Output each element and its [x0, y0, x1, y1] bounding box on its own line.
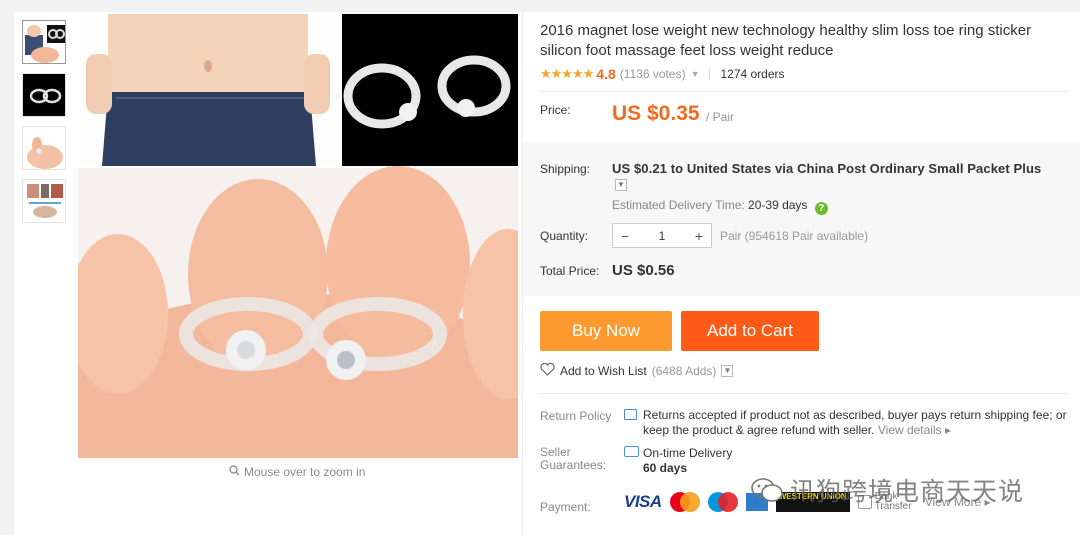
- guarantee-days: 60 days: [643, 461, 688, 475]
- wish-list-count: (6488 Adds): [651, 364, 717, 378]
- orders-count: 1274 orders: [720, 67, 785, 81]
- return-policy-label: Return Policy: [540, 409, 612, 423]
- mastercard-icon: [669, 492, 700, 512]
- total-price-value: US $0.56: [612, 262, 675, 279]
- seller-guarantees: On-time Delivery 60 days: [643, 446, 732, 476]
- watermark: 讯狗跨境电商天天说: [750, 472, 1024, 508]
- thumbnail-1[interactable]: [22, 20, 66, 64]
- visa-icon: VISA: [624, 492, 662, 511]
- estimated-delivery: Estimated Delivery Time: 20-39 days ?: [612, 198, 828, 215]
- view-details-link[interactable]: View details ▸: [878, 423, 951, 437]
- zoom-hint-text: Mouse over to zoom in: [244, 465, 366, 479]
- price-label: Price:: [540, 103, 571, 117]
- seller-guarantees-label: Seller Guarantees:: [540, 445, 607, 472]
- shipping-label: Shipping:: [540, 162, 591, 176]
- thumbnail-3[interactable]: [22, 126, 66, 170]
- shipping-dropdown-icon[interactable]: ▼: [615, 179, 627, 191]
- main-product-image[interactable]: [78, 14, 518, 458]
- shipping-text: US $0.21 to United States via China Post…: [612, 161, 1042, 176]
- on-time-delivery: On-time Delivery: [643, 446, 733, 460]
- add-to-cart-button[interactable]: Add to Cart: [681, 311, 819, 351]
- wechat-icon: [750, 477, 784, 503]
- quantity-plus-button[interactable]: +: [687, 228, 711, 244]
- delivery-truck-icon: [624, 446, 639, 457]
- price-value: US $0.35: [612, 102, 700, 125]
- chevron-down-icon[interactable]: ▼: [691, 69, 700, 79]
- product-page: Mouse over to zoom in 2016 magnet lose w…: [14, 12, 1080, 535]
- watermark-text: 讯狗跨境电商天天说: [790, 477, 1025, 506]
- quantity-label: Quantity:: [540, 229, 589, 243]
- thumbnail-list: [22, 20, 68, 232]
- wish-list[interactable]: Add to Wish List (6488 Adds) ▼: [540, 362, 734, 379]
- magnifier-icon: [229, 465, 240, 479]
- help-icon[interactable]: ?: [814, 202, 828, 215]
- buy-now-button[interactable]: Buy Now: [540, 311, 672, 351]
- quantity-available: Pair (954618 Pair available): [720, 229, 869, 243]
- zoom-hint: Mouse over to zoom in: [229, 465, 365, 479]
- price-unit: / Pair: [706, 110, 735, 124]
- maestro-icon: [707, 492, 738, 512]
- rating-row: ★★★★★ 4.8 (1136 votes) ▼ 1274 orders: [540, 66, 785, 82]
- chevron-down-icon[interactable]: ▼: [721, 365, 734, 377]
- wish-list-label[interactable]: Add to Wish List: [560, 364, 647, 378]
- return-policy-icon: [624, 409, 637, 420]
- thumbnail-4[interactable]: [22, 179, 66, 223]
- quantity-stepper: − 1 +: [612, 223, 712, 248]
- quantity-minus-button[interactable]: −: [613, 228, 637, 244]
- product-detail: 2016 magnet lose weight new technology h…: [522, 12, 1080, 535]
- votes-link[interactable]: (1136 votes): [620, 67, 686, 81]
- product-title: 2016 magnet lose weight new technology h…: [540, 22, 1032, 59]
- total-price-label: Total Price:: [540, 264, 600, 278]
- divider: [709, 68, 711, 80]
- thumbnail-2[interactable]: [22, 73, 66, 117]
- delivery-value: 20-39 days: [748, 198, 808, 212]
- return-policy-description: Returns accepted if product not as descr…: [643, 408, 1067, 437]
- heart-icon: [540, 362, 555, 379]
- return-policy-text: Returns accepted if product not as descr…: [643, 408, 1080, 438]
- payment-label: Payment:: [540, 500, 591, 514]
- divider: [540, 91, 1070, 92]
- rating-value: 4.8: [596, 66, 616, 82]
- delivery-label: Estimated Delivery Time:: [612, 198, 745, 212]
- quantity-input[interactable]: 1: [637, 229, 687, 243]
- divider: [540, 393, 1070, 394]
- rating-stars-icon: ★★★★★: [540, 66, 594, 81]
